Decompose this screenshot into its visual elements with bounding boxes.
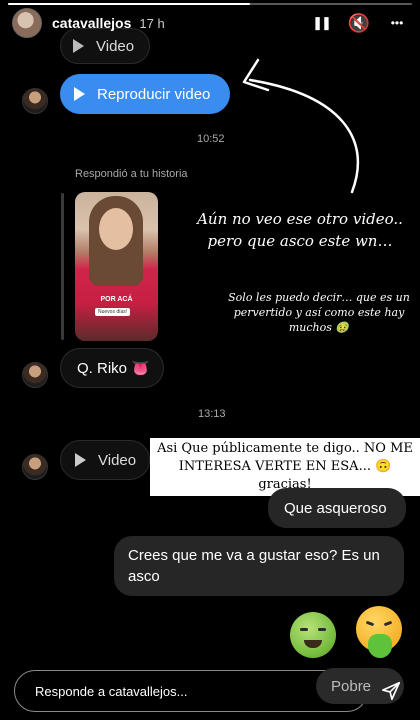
sender-avatar — [22, 454, 48, 480]
play-icon — [73, 39, 84, 53]
reply-input-placeholder: Responde a catavallejos... — [35, 683, 188, 699]
reply-input[interactable]: Responde a catavallejos... — [14, 670, 368, 712]
sender-avatar — [22, 362, 48, 388]
reply-message-text: Q. Riko 👅 — [77, 360, 150, 377]
pause-icon[interactable]: ❚❚ — [310, 12, 332, 34]
story-progress-bar — [8, 3, 412, 5]
play-icon — [74, 87, 85, 101]
timestamp: 13:13 — [198, 408, 226, 420]
timestamp: 10:52 — [197, 133, 225, 145]
story-overlay-subtext: Solo les puedo decir… que es un perverti… — [228, 291, 410, 334]
sent-message-text: Crees que me va a gustar eso? Es un asco — [128, 547, 380, 585]
mute-icon[interactable]: 🔇 — [348, 12, 370, 34]
replied-to-story-label: Respondió a tu historia — [75, 168, 188, 180]
sent-message-bubble: Que asqueroso — [268, 488, 406, 528]
story-thumbnail[interactable]: POR ACÁ Nuevos días! — [75, 192, 158, 341]
play-icon — [75, 453, 86, 467]
nauseated-face-icon — [290, 612, 336, 658]
story-progress-fill — [8, 3, 251, 5]
reply-message-bubble: Q. Riko 👅 — [60, 348, 164, 388]
sent-message-text: Que asqueroso — [284, 499, 387, 517]
hand-drawn-arrow — [242, 58, 360, 194]
dm-screenshot: Video Reproducir video 10:52 Respondió a… — [0, 0, 420, 720]
avatar[interactable] — [12, 8, 42, 38]
story-controls: ❚❚ 🔇 ••• — [310, 12, 408, 34]
story-header: catavallejos 17 h ❚❚ 🔇 ••• — [0, 6, 420, 40]
video-label: Video — [96, 37, 135, 55]
more-options-icon[interactable]: ••• — [386, 12, 408, 34]
send-icon[interactable] — [376, 676, 406, 706]
sent-message-bubble: Crees que me va a gustar eso? Es un asco — [114, 536, 404, 596]
thumb-caption: POR ACÁ — [100, 296, 133, 303]
story-overlay-text: Aún no veo ese otro video.. pero que asc… — [197, 210, 403, 250]
thumb-face — [99, 208, 133, 250]
story-time-ago: 17 h — [139, 15, 165, 31]
video-label: Video — [98, 451, 137, 469]
reply-quote-bar — [61, 193, 64, 340]
story-username[interactable]: catavallejos — [52, 15, 131, 31]
vomiting-face-icon — [356, 606, 402, 658]
video-message[interactable]: Video — [60, 440, 150, 480]
suggestion-label: Pobre — [331, 677, 372, 695]
play-video-label: Reproducir video — [97, 85, 211, 103]
play-video-button[interactable]: Reproducir video — [60, 74, 230, 114]
paper-plane-icon — [381, 681, 401, 701]
sender-avatar — [22, 88, 48, 114]
thumb-caption-2: Nuevos días! — [95, 308, 131, 316]
